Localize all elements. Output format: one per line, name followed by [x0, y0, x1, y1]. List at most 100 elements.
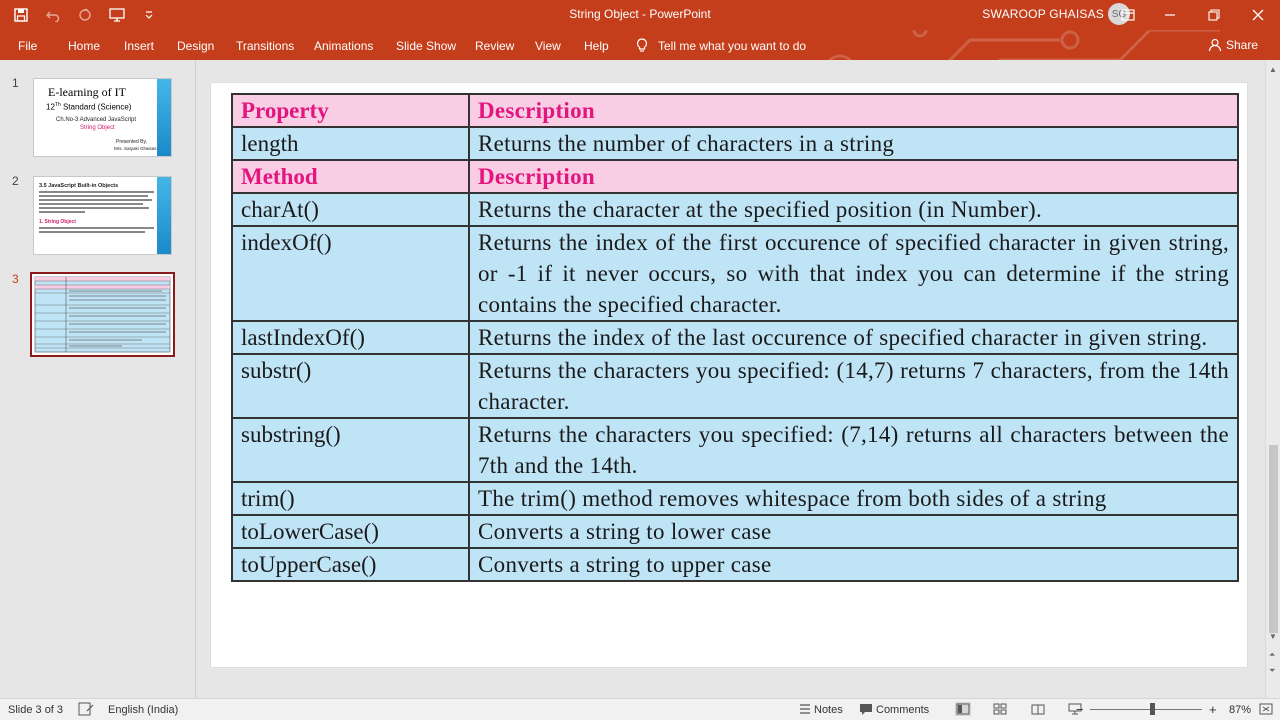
zoom-slider-thumb[interactable] — [1150, 703, 1155, 715]
redo-icon — [79, 8, 91, 21]
minimize-button[interactable] — [1148, 0, 1192, 30]
tab-home[interactable]: Home — [68, 39, 100, 53]
zoom-out-button[interactable]: − — [1076, 702, 1084, 717]
previous-slide-icon[interactable]: ⏶ — [1269, 650, 1275, 660]
lightbulb-icon — [636, 38, 648, 52]
scroll-up-icon[interactable]: ▲ — [1269, 65, 1277, 74]
method-description: Converts a string to lower case — [468, 514, 1239, 549]
tell-me-box[interactable]: Tell me what you want to do — [636, 38, 806, 53]
table-row: substr() Returns the characters you spec… — [231, 353, 1239, 419]
person-icon — [1208, 38, 1222, 52]
table-row: length Returns the number of characters … — [231, 126, 1239, 161]
method-name: substr() — [231, 353, 470, 419]
slide-indicator[interactable]: Slide 3 of 3 — [8, 704, 63, 716]
zoom-slider-track[interactable] — [1090, 709, 1202, 710]
scroll-down-icon[interactable]: ▼ — [1269, 632, 1277, 641]
slide-thumbnail-2[interactable]: 3.5 JavaScript Built-in Objects 1. Strin… — [33, 176, 172, 255]
method-description: Returns the characters you specified: (7… — [468, 417, 1239, 483]
table-row: charAt() Returns the character at the sp… — [231, 192, 1239, 227]
restore-button[interactable] — [1192, 0, 1236, 30]
ribbon-display-options-button[interactable] — [1106, 0, 1150, 30]
ribbon-display-icon — [1121, 9, 1135, 21]
thumb1-topic: String Object — [80, 125, 115, 131]
table-row: toUpperCase() Converts a string to upper… — [231, 547, 1239, 582]
save-button[interactable] — [8, 2, 34, 28]
thumb1-presenter: Mrs. Satyaki Ghaisas — [114, 146, 157, 151]
thumb2-accent-strip — [157, 177, 171, 254]
minimize-icon — [1165, 14, 1175, 16]
slide-number-2: 2 — [12, 174, 19, 188]
tab-design[interactable]: Design — [177, 39, 214, 53]
tab-insert[interactable]: Insert — [124, 39, 154, 53]
fit-to-window-icon[interactable] — [1258, 702, 1274, 716]
thumb1-chapter: Ch.No-3 Advanced JavaScript — [56, 117, 137, 123]
slide-thumbnail-3-selected[interactable] — [30, 272, 175, 357]
method-name: indexOf() — [231, 225, 470, 322]
undo-icon — [46, 11, 60, 22]
tab-slide-show[interactable]: Slide Show — [396, 39, 456, 53]
tab-review[interactable]: Review — [475, 39, 514, 53]
string-methods-table[interactable]: Property Description length Returns the … — [231, 93, 1239, 582]
slide-thumbnail-pane: 1 E-learning of IT 12Th Standard (Scienc… — [0, 60, 196, 698]
property-description: Returns the number of characters in a st… — [468, 126, 1239, 161]
start-from-beginning-button[interactable] — [104, 2, 130, 28]
normal-view-icon[interactable] — [955, 702, 971, 716]
tell-me-text: Tell me what you want to do — [658, 38, 807, 53]
language-indicator[interactable]: English (India) — [108, 704, 178, 716]
tab-help[interactable]: Help — [584, 39, 609, 53]
tab-file[interactable]: File — [18, 39, 37, 53]
method-name: charAt() — [231, 192, 470, 227]
close-button[interactable] — [1236, 0, 1280, 30]
method-description: Converts a string to upper case — [468, 547, 1239, 582]
reading-view-icon[interactable] — [1030, 702, 1046, 716]
thumb1-standard: 12Th Standard (Science) — [46, 102, 132, 112]
table-row: indexOf() Returns the index of the first… — [231, 225, 1239, 322]
spelling-check-icon[interactable] — [78, 702, 94, 716]
thumb1-title: E-learning of IT — [48, 85, 126, 99]
next-slide-icon[interactable]: ⏷ — [1269, 666, 1275, 676]
method-name: lastIndexOf() — [231, 320, 470, 355]
undo-button[interactable] — [40, 2, 66, 28]
ribbon-circuit-pattern — [828, 30, 1220, 60]
method-description: Returns the characters you specified: (1… — [468, 353, 1239, 419]
tab-transitions[interactable]: Transitions — [236, 39, 294, 53]
zoom-in-button[interactable]: + — [1209, 702, 1217, 717]
property-header-row: Property Description — [231, 93, 1239, 128]
redo-button[interactable] — [72, 2, 98, 28]
tab-animations[interactable]: Animations — [314, 39, 373, 53]
customize-toolbar-button[interactable] — [136, 2, 162, 28]
scrollbar-thumb[interactable] — [1269, 445, 1278, 633]
title-bar: String Object - PowerPoint SWAROOP GHAIS… — [0, 0, 1280, 30]
table-row: lastIndexOf() Returns the index of the l… — [231, 320, 1239, 355]
method-name: toUpperCase() — [231, 547, 470, 582]
notes-icon — [800, 704, 810, 714]
table-row: trim() The trim() method removes whitesp… — [231, 481, 1239, 516]
slide-sorter-view-icon[interactable] — [992, 702, 1008, 716]
vertical-scrollbar[interactable]: ▲ ▼ ⏶ ⏷ — [1265, 60, 1280, 698]
user-name[interactable]: SWAROOP GHAISAS — [982, 7, 1104, 21]
method-description: Returns the index of the first occurence… — [468, 225, 1239, 322]
tab-view[interactable]: View — [535, 39, 561, 53]
property-name: length — [231, 126, 470, 161]
thumb2-title: 3.5 JavaScript Built-in Objects — [39, 183, 119, 189]
table-row: toLowerCase() Converts a string to lower… — [231, 514, 1239, 549]
slide-thumbnail-1[interactable]: E-learning of IT 12Th Standard (Science)… — [33, 78, 172, 157]
thumb1-accent-strip — [157, 79, 171, 156]
header-method: Method — [231, 159, 470, 194]
share-button[interactable]: Share — [1208, 38, 1258, 52]
zoom-level[interactable]: 87% — [1229, 704, 1251, 716]
method-description: Returns the character at the specified p… — [468, 192, 1239, 227]
method-name: substring() — [231, 417, 470, 483]
thumb2-body-lines — [39, 191, 154, 215]
method-header-row: Method Description — [231, 159, 1239, 194]
quick-access-toolbar — [8, 0, 162, 30]
comments-icon — [860, 704, 872, 715]
header-description: Description — [468, 159, 1239, 194]
slide-canvas[interactable]: Property Description length Returns the … — [211, 83, 1247, 667]
comments-button[interactable]: Comments — [876, 704, 929, 716]
share-label: Share — [1225, 38, 1258, 52]
notes-button[interactable]: Notes — [814, 704, 843, 716]
header-property: Property — [231, 93, 470, 128]
slide-editing-area: Property Description length Returns the … — [197, 60, 1265, 698]
save-icon — [14, 8, 28, 22]
